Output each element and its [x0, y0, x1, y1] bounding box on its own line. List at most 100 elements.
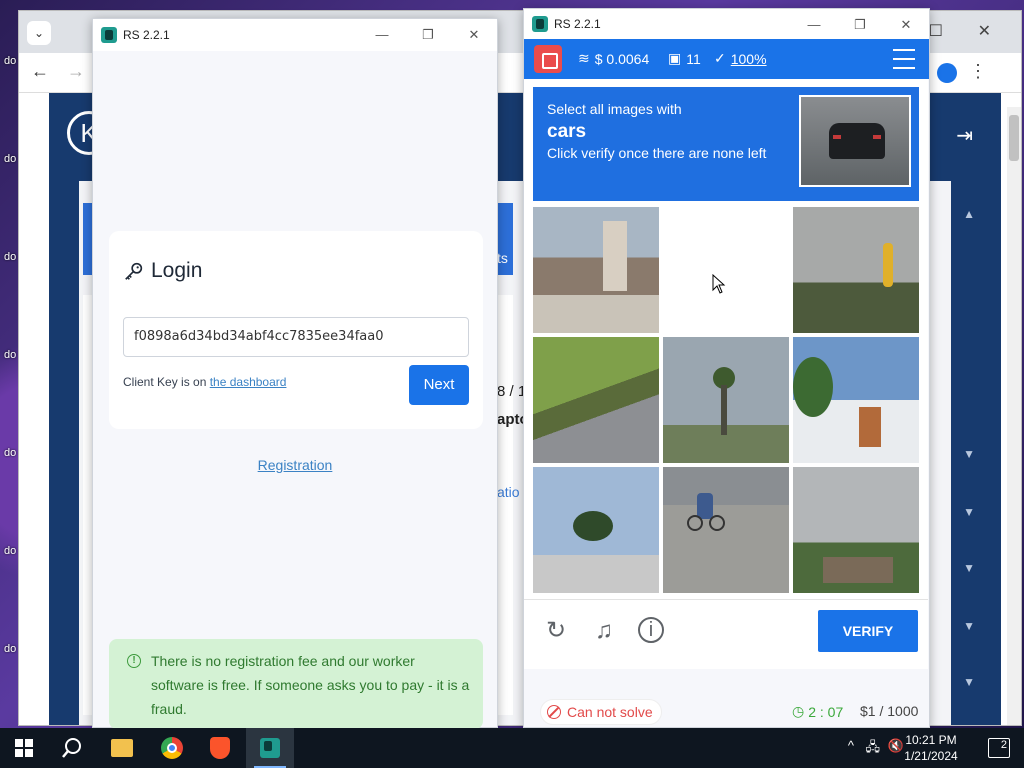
peek-link[interactable]: atio [497, 484, 520, 500]
logout-icon[interactable]: ⇥ [956, 123, 973, 148]
chevron-up-icon[interactable]: ▲ [963, 207, 975, 221]
dashboard-link[interactable]: the dashboard [210, 375, 287, 389]
login-heading: Login [123, 259, 202, 283]
forward-arrow-icon[interactable]: → [67, 61, 85, 82]
worker-status-bar: ≋ $ 0.0064 ▣ 11 ✓ 100% [524, 39, 929, 79]
rs-app-button[interactable] [246, 728, 294, 768]
login-title-text: Login [151, 259, 203, 282]
coins-icon: ≋ [578, 50, 590, 66]
captcha-prompt: Select all images with cars Click verify… [533, 87, 919, 201]
tab-search-button[interactable]: ⌄ [27, 21, 51, 45]
peek-text: ts [497, 250, 508, 266]
app-icon [532, 16, 548, 32]
window-titlebar[interactable]: RS 2.2.1 — ❐ ✕ [93, 19, 497, 51]
captcha-tile[interactable] [533, 337, 659, 463]
check-circle-icon: ✓ [714, 50, 726, 66]
window-title: RS 2.2.1 [123, 28, 170, 42]
profile-icon[interactable] [937, 63, 957, 83]
windows-logo-icon [15, 739, 33, 757]
search-icon [62, 738, 81, 758]
captcha-tile[interactable] [663, 467, 789, 593]
captcha-tile[interactable] [663, 337, 789, 463]
clock-date: 1/21/2024 [904, 749, 958, 763]
window-titlebar[interactable]: RS 2.2.1 — ❐ ✕ [524, 9, 929, 39]
brave-button[interactable] [196, 728, 244, 768]
scrollbar-thumb[interactable] [1009, 115, 1019, 161]
desktop-icon-label: do [4, 447, 17, 459]
login-card: Login f0898a6d34bd34abf4cc7835ee34faa0 C… [109, 231, 483, 429]
rs-captcha-window: RS 2.2.1 — ❐ ✕ ≋ $ 0.0064 ▣ 11 ✓ 100% Se… [523, 8, 930, 728]
registration-link[interactable]: Registration [93, 457, 497, 473]
client-key-hint: Client Key is on the dashboard [123, 375, 286, 389]
image-icon: ▣ [668, 50, 682, 66]
notification-center-button[interactable]: 2 [988, 738, 1010, 758]
restore-icon[interactable]: ❐ [405, 19, 451, 51]
close-icon[interactable]: ✕ [978, 21, 991, 41]
rs-login-window: RS 2.2.1 — ❐ ✕ Login f0898a6d34bd34abf4c… [92, 18, 498, 729]
no-fee-notice: ! There is no registration fee and our w… [109, 639, 483, 729]
info-icon[interactable]: i [638, 617, 664, 643]
cannot-solve-label: Can not solve [567, 704, 653, 720]
desktop-icon-label: do [4, 545, 17, 557]
captcha-tile[interactable] [793, 337, 919, 463]
captcha-tile[interactable] [793, 207, 919, 333]
headphones-icon[interactable]: ♫ [590, 617, 618, 645]
network-icon[interactable]: 🖧 [866, 738, 881, 760]
client-key-input[interactable]: f0898a6d34bd34abf4cc7835ee34faa0 [123, 317, 469, 357]
desktop-icon-label: do [4, 55, 17, 67]
file-explorer-button[interactable] [98, 728, 146, 768]
minimize-icon[interactable]: — [791, 9, 837, 41]
captcha-tile-empty[interactable] [663, 207, 789, 333]
verify-button[interactable]: VERIFY [818, 610, 918, 652]
desktop-icon-label: do [4, 251, 17, 263]
captcha-status-bar: Can not solve ◷ 2 : 07 $1 / 1000 [524, 699, 929, 725]
captcha-tile[interactable] [533, 207, 659, 333]
chevron-down-icon[interactable]: ▼ [963, 561, 975, 575]
cannot-solve-button[interactable]: Can not solve [540, 699, 662, 725]
notice-text: There is no registration fee and our wor… [151, 653, 470, 717]
next-button[interactable]: Next [409, 365, 469, 405]
brave-icon [210, 737, 230, 759]
desktop-icon-label: do [4, 349, 17, 361]
captcha-tile[interactable] [533, 467, 659, 593]
taskbar: ^ 🖧 🔇 10:21 PM 1/21/2024 2 [0, 728, 1024, 768]
chevron-down-icon[interactable]: ▼ [963, 505, 975, 519]
chevron-down-icon[interactable]: ▼ [963, 675, 975, 689]
info-icon: ! [127, 654, 141, 668]
chevron-up-icon[interactable]: ^ [848, 738, 854, 753]
app-icon [260, 738, 280, 758]
minimize-icon[interactable]: — [359, 19, 405, 51]
chevron-down-icon[interactable]: ▼ [963, 619, 975, 633]
prompt-target: cars [547, 121, 587, 142]
hint-text: Client Key is on [123, 375, 207, 389]
chevron-down-icon[interactable]: ▼ [963, 447, 975, 461]
mouse-cursor-icon [712, 274, 726, 294]
prompt-line: Select all images with [547, 101, 682, 117]
key-icon [125, 262, 143, 280]
start-button[interactable] [0, 728, 48, 768]
close-icon[interactable]: ✕ [451, 19, 497, 51]
refresh-icon[interactable]: ↻ [542, 617, 570, 645]
desktop-icon-label: do [4, 643, 17, 655]
chrome-button[interactable] [148, 728, 196, 768]
hamburger-menu-icon[interactable] [893, 49, 915, 69]
window-title: RS 2.2.1 [554, 17, 601, 31]
search-button[interactable] [48, 728, 96, 768]
maximize-icon[interactable]: ☐ [929, 21, 943, 41]
success-rate-display[interactable]: ✓ 100% [714, 50, 767, 67]
captcha-tile[interactable] [793, 467, 919, 593]
menu-dots-icon[interactable]: ⋮ [969, 61, 987, 82]
close-icon[interactable]: ✕ [883, 9, 929, 41]
clock-icon: ◷ [792, 703, 805, 719]
clock-time: 10:21 PM [905, 733, 957, 747]
success-rate-value[interactable]: 100% [731, 51, 767, 67]
images-count-display: ▣ 11 [668, 50, 701, 67]
stop-button[interactable] [534, 45, 562, 73]
balance-value: $ 0.0064 [594, 50, 650, 67]
page-scrollbar[interactable] [1007, 107, 1021, 725]
clock[interactable]: 10:21 PM 1/21/2024 [896, 732, 966, 764]
app-icon [101, 27, 117, 43]
captcha-frame: Select all images with cars Click verify… [524, 79, 928, 669]
back-arrow-icon[interactable]: ← [31, 61, 49, 82]
restore-icon[interactable]: ❐ [837, 9, 883, 41]
